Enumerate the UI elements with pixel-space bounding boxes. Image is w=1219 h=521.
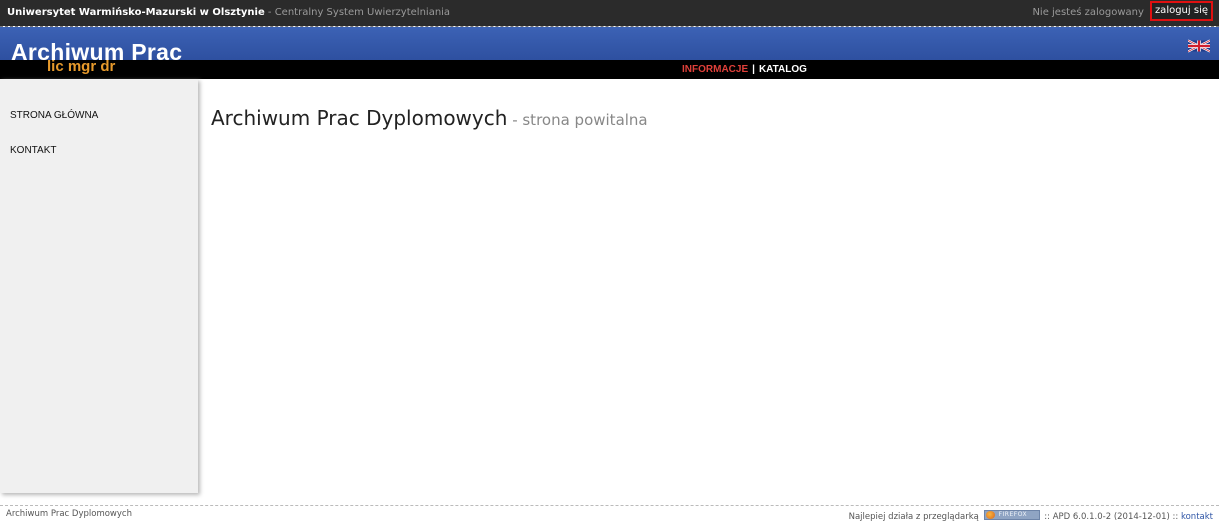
footer-divider	[0, 505, 1219, 506]
top-bar: Uniwersytet Warmińsko-Mazurski w Olsztyn…	[0, 0, 1219, 26]
app-header: Archiwum Prac	[0, 27, 1219, 65]
sidebar-item-home[interactable]: STRONA GŁÓWNA	[10, 110, 98, 121]
version-info: :: APD 6.0.1.0-2 (2014-12-01) ::	[1044, 512, 1179, 521]
degrees-label: lic mgr dr	[47, 58, 116, 75]
login-status: Nie jesteś zalogowany	[1032, 7, 1144, 18]
sidebar: STRONA GŁÓWNA KONTAKT	[0, 79, 198, 493]
page-title-main: Archiwum Prac Dyplomowych	[211, 106, 508, 130]
page-subtitle: - strona powitalna	[507, 111, 648, 129]
browser-note: Najlepiej działa z przeglądarką	[848, 512, 979, 521]
firefox-badge-label: FIREFOX	[998, 511, 1028, 518]
sidebar-item-contact[interactable]: KONTAKT	[10, 145, 56, 156]
university-name: Uniwersytet Warmińsko-Mazurski w Olsztyn…	[7, 7, 265, 18]
login-link[interactable]: zaloguj się	[1149, 1, 1213, 21]
footer-contact-link[interactable]: kontakt	[1181, 512, 1213, 521]
main-menu: INFORMACJE | KATALOG	[682, 60, 807, 79]
nav-item-informacje[interactable]: INFORMACJE	[682, 64, 748, 75]
cas-label: Centralny System Uwierzytelniania	[274, 7, 451, 18]
nav-bar: lic mgr dr INFORMACJE | KATALOG	[0, 58, 1219, 79]
firefox-icon	[985, 511, 995, 519]
topbar-separator: -	[264, 7, 275, 18]
uk-flag-icon[interactable]	[1188, 39, 1210, 53]
footer: Archiwum Prac Dyplomowych Najlepiej dzia…	[0, 509, 1219, 521]
firefox-badge[interactable]: FIREFOX	[983, 510, 1040, 520]
page-title: Archiwum Prac Dyplomowych - strona powit…	[211, 106, 648, 130]
footer-app-name: Archiwum Prac Dyplomowych	[6, 509, 132, 519]
login-area: Nie jesteś zalogowany zaloguj się	[1032, 0, 1213, 26]
footer-info: Najlepiej działa z przeglądarką FIREFOX …	[849, 509, 1213, 521]
nav-item-katalog[interactable]: KATALOG	[759, 64, 807, 75]
nav-separator: |	[752, 64, 755, 75]
